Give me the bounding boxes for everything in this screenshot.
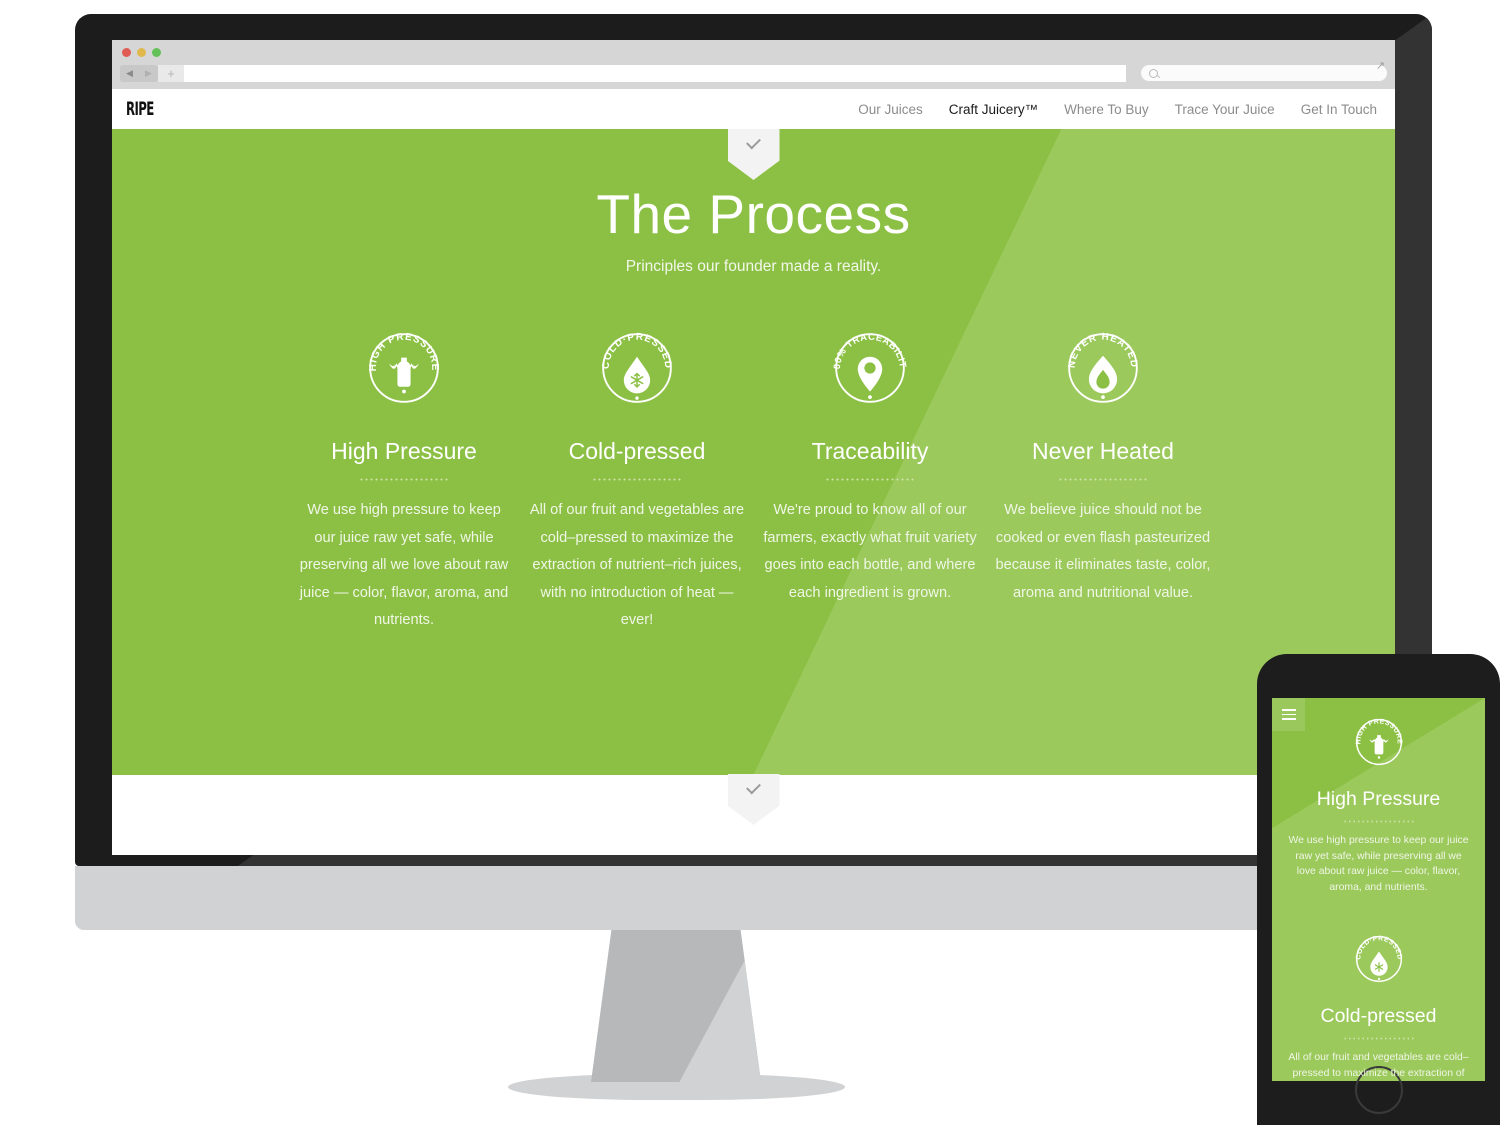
next-section-strip: [112, 774, 1395, 855]
principle-body: We believe juice should not be cooked or…: [995, 502, 1211, 601]
monitor-stand-highlight: [679, 930, 761, 1082]
principle-body: We're proud to know all of our farmers, …: [763, 502, 977, 601]
dotted-divider: [1342, 820, 1415, 823]
chevron-down-icon: [746, 134, 761, 150]
nav-item-craft-juicery[interactable]: Craft Juicery™: [949, 102, 1038, 117]
process-hero-section: The Process Principles our founder made …: [112, 129, 1395, 775]
mobile-phone-mockup: HIGH PRESSURE High Pressure We use high …: [1257, 654, 1500, 1125]
nav-item-where-to-buy[interactable]: Where To Buy: [1064, 102, 1149, 117]
nav-item-trace-your-juice[interactable]: Trace Your Juice: [1175, 102, 1275, 117]
phone-section-title: High Pressure: [1316, 788, 1441, 810]
dotted-divider: [825, 478, 915, 481]
dotted-divider: [1058, 478, 1148, 481]
phone-screen: HIGH PRESSURE High Pressure We use high …: [1272, 698, 1485, 1081]
site-logo[interactable]: RIPE: [126, 98, 154, 120]
phone-content: HIGH PRESSURE High Pressure We use high …: [1272, 698, 1485, 1081]
principle-column-high-pressure: HIGH PRESSURE High Pressure We use high …: [288, 321, 521, 635]
principle-title: Never Heated: [1032, 438, 1174, 464]
search-icon: [1149, 68, 1158, 78]
window-traffic-lights[interactable]: [122, 48, 161, 57]
never-heated-badge-icon: NEVER HEATED: [1067, 332, 1138, 403]
forward-arrow-icon[interactable]: ▶: [139, 65, 158, 82]
close-window-icon[interactable]: [122, 48, 131, 57]
fullscreen-expand-icon[interactable]: ↗: [1374, 60, 1387, 73]
monitor-chin: [75, 866, 1275, 930]
principle-body: All of our fruit and vegetables are cold…: [529, 502, 745, 628]
cold-pressed-badge-icon: COLD·PRESSED: [601, 332, 672, 403]
principle-column-cold-pressed: COLD·PRESSED Cold-pressed All of our fru…: [521, 321, 754, 635]
high-pressure-badge-icon: HIGH PRESSURE: [1355, 718, 1402, 766]
principle-column-traceability: 100% TRACEABILITY Traceability We're pro…: [754, 312, 987, 635]
site-header: RIPE Our Juices Craft Juicery™ Where To …: [112, 89, 1395, 129]
browser-toolbar: ◀ ▶ +: [120, 64, 1387, 82]
cold-pressed-badge-icon: COLD·PRESSED: [1355, 935, 1402, 983]
principle-column-never-heated: NEVER HEATED Never Heated We believe jui…: [987, 321, 1220, 635]
hamburger-menu-icon[interactable]: [1272, 698, 1305, 731]
dotted-divider: [1342, 1037, 1415, 1040]
high-pressure-badge-icon: HIGH PRESSURE: [368, 332, 439, 403]
phone-section-body: We use high pressure to keep our juice r…: [1288, 835, 1469, 893]
principles-columns: HIGH PRESSURE High Pressure We use high …: [112, 312, 1395, 635]
phone-section-body: All of our fruit and vegetables are cold…: [1288, 1052, 1469, 1079]
maximize-window-icon[interactable]: [152, 48, 161, 57]
nav-buttons[interactable]: ◀ ▶: [120, 64, 158, 82]
monitor-stand-neck: [591, 930, 761, 1082]
dotted-divider: [592, 478, 682, 481]
dotted-divider: [359, 478, 449, 481]
nav-item-get-in-touch[interactable]: Get In Touch: [1301, 102, 1377, 117]
principle-title: Cold-pressed: [568, 438, 706, 464]
principle-title: Traceability: [811, 438, 929, 464]
back-arrow-icon[interactable]: ◀: [120, 65, 139, 82]
phone-section-title: Cold-pressed: [1320, 1005, 1437, 1027]
browser-chrome: ◀ ▶ + ↗: [112, 40, 1395, 89]
principle-body: We use high pressure to keep our juice r…: [299, 502, 509, 628]
nav-item-our-juices[interactable]: Our Juices: [858, 102, 923, 117]
browser-window: ◀ ▶ + ↗ RIPE Our Juices Craft Juicery™ W…: [112, 40, 1395, 855]
address-bar[interactable]: [184, 64, 1126, 82]
minimize-window-icon[interactable]: [137, 48, 146, 57]
traceability-badge-icon: 100% TRACEABILITY: [820, 312, 909, 403]
chevron-down-icon: [746, 779, 761, 795]
page-subtitle: Principles our founder made a reality.: [625, 258, 882, 275]
principle-title: High Pressure: [331, 438, 477, 464]
search-input[interactable]: [1141, 65, 1387, 81]
desktop-monitor: ◀ ▶ + ↗ RIPE Our Juices Craft Juicery™ W…: [75, 14, 1432, 866]
scroll-down-chevron-button[interactable]: [727, 774, 780, 825]
new-tab-button[interactable]: +: [158, 64, 184, 82]
main-navigation: Our Juices Craft Juicery™ Where To Buy T…: [858, 102, 1377, 117]
